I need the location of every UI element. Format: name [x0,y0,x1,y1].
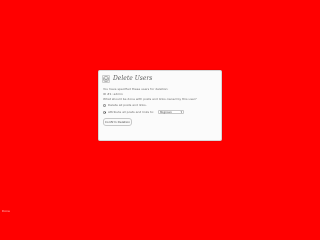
delete-all-label[interactable]: Delete all posts and links. [108,104,147,107]
attribute-user-select[interactable]: tbgroen ▾ [158,109,185,114]
dialog-intro-text: You have specified these users for delet… [103,88,169,91]
attribute-radio[interactable] [103,110,106,114]
user-to-delete: ID #1: admin [103,93,123,96]
attribute-user-select-value: tbgroen [160,109,172,114]
confirm-deletion-button[interactable]: Confirm Deletion [103,118,132,126]
attribute-label[interactable]: Attribute all posts and links to: [108,110,154,114]
chevron-down-icon: ▾ [180,109,183,114]
wordpress-logo-icon [102,74,110,83]
status-text: Done [2,209,10,213]
delete-users-dialog: Delete Users You have specified these us… [98,70,222,141]
delete-all-radio[interactable] [103,104,106,107]
wordpress-logo-svg [103,75,109,82]
posts-question: What should be done with posts and links… [103,98,197,101]
dialog-header: Delete Users [102,74,152,83]
dialog-title: Delete Users [113,74,153,82]
option-attribute[interactable]: Attribute all posts and links to: tbgroe… [103,109,185,114]
option-delete-all[interactable]: Delete all posts and links. [103,104,147,107]
